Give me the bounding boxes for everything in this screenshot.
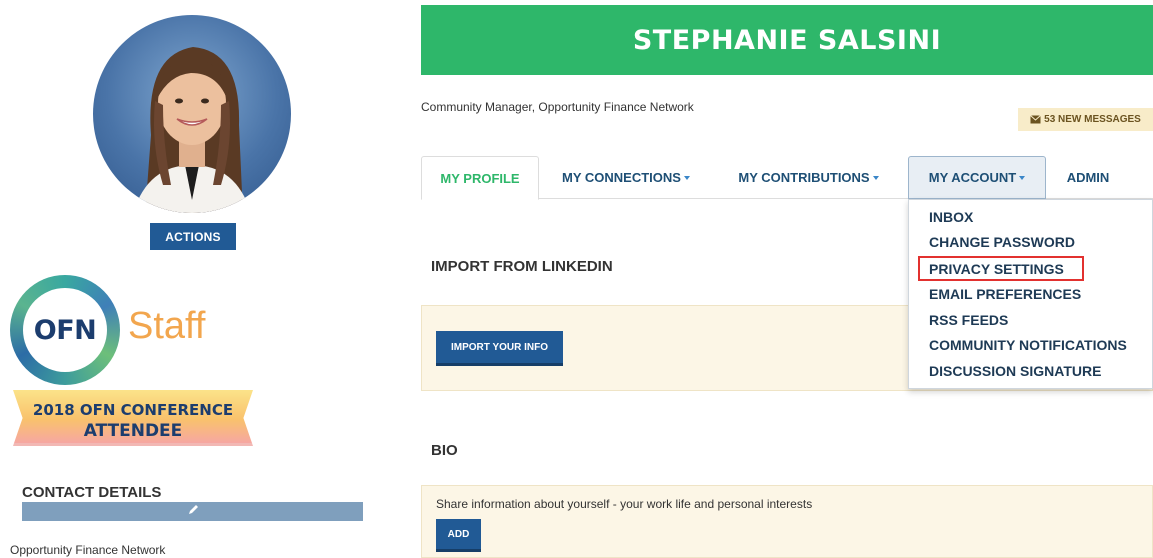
profile-name-banner: STEPHANIE SALSINI [421,5,1153,75]
menu-item-inbox[interactable]: INBOX [929,209,973,225]
ofn-logo-ring: OFN [10,275,120,385]
tab-my-account[interactable]: MY ACCOUNT [908,156,1046,199]
envelope-icon [1030,115,1041,124]
caret-down-icon [683,175,690,180]
tab-my-contributions[interactable]: MY CONTRIBUTIONS [721,156,896,199]
bio-panel [421,485,1153,558]
bio-add-button[interactable]: ADD [436,519,481,552]
my-account-dropdown: INBOX CHANGE PASSWORD PRIVACY SETTINGS E… [908,199,1153,389]
menu-item-email-preferences[interactable]: EMAIL PREFERENCES [929,286,1081,302]
tab-label: MY CONNECTIONS [562,170,681,185]
caret-down-icon [872,175,879,180]
menu-item-rss-feeds[interactable]: RSS FEEDS [929,312,1008,328]
actions-button[interactable]: ACTIONS [150,223,236,250]
caret-down-icon [1019,175,1026,180]
privacy-settings-highlight [918,256,1084,281]
new-messages-badge[interactable]: 53 NEW MESSAGES [1018,108,1153,131]
new-messages-label: 53 NEW MESSAGES [1044,114,1141,125]
profile-avatar [93,15,291,213]
job-title: Community Manager, Opportunity Finance N… [421,100,694,114]
import-linkedin-heading: IMPORT FROM LINKEDIN [431,258,613,275]
bio-heading: BIO [431,442,458,459]
tab-my-connections[interactable]: MY CONNECTIONS [546,156,706,199]
conference-attendee-badge: 2018 OFN CONFERENCE ATTENDEE [13,390,253,450]
bio-description: Share information about yourself - your … [436,497,813,511]
contact-details-heading: CONTACT DETAILS [22,484,162,501]
import-your-info-button[interactable]: IMPORT YOUR INFO [436,331,563,366]
menu-item-discussion-signature[interactable]: DISCUSSION SIGNATURE [929,363,1101,379]
avatar-photo [133,47,251,213]
tab-label: ADMIN [1066,170,1110,185]
menu-item-community-notifications[interactable]: COMMUNITY NOTIFICATIONS [929,337,1127,353]
tab-label: MY PROFILE [440,170,520,186]
conference-badge-line1: 2018 OFN CONFERENCE [32,401,234,419]
ofn-logo: OFN [23,288,107,372]
ofn-logo-text: OFN [33,314,97,346]
tab-admin[interactable]: ADMIN [1053,156,1123,199]
conference-badge-line2: ATTENDEE [83,421,183,441]
menu-item-change-password[interactable]: CHANGE PASSWORD [929,234,1075,250]
tab-label: MY ACCOUNT [928,170,1017,185]
tab-my-profile[interactable]: MY PROFILE [421,156,539,200]
contact-organization: Opportunity Finance Network [10,543,166,557]
profile-tabs: MY PROFILE MY CONNECTIONS MY CONTRIBUTIO… [421,156,1153,200]
pencil-icon[interactable] [186,503,200,517]
tab-label: MY CONTRIBUTIONS [738,170,870,185]
staff-label: Staff [128,305,206,347]
ofn-staff-badge: OFN Staff [10,275,250,385]
